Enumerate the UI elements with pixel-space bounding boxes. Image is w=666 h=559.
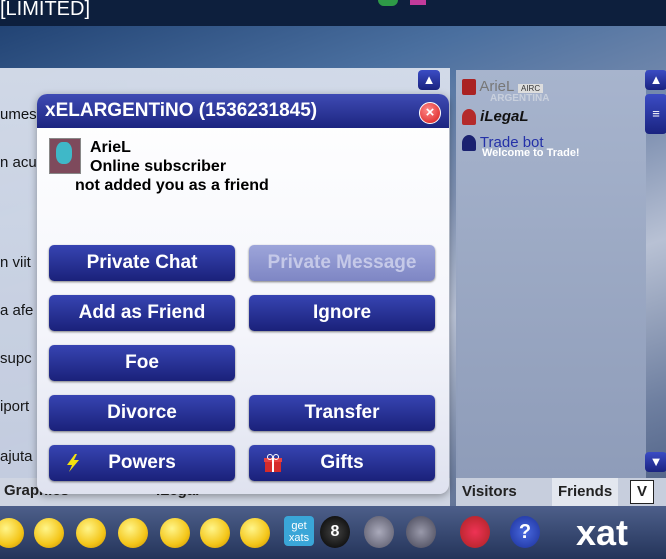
ignore-button[interactable]: Ignore xyxy=(249,295,435,331)
chat-line: a afe xyxy=(0,302,34,319)
gift-icon xyxy=(462,79,476,96)
avatar xyxy=(49,138,81,174)
user-tag: ARGENTINA xyxy=(490,93,550,105)
user-row-ariel[interactable]: ArieL AIRC ARGENTINA xyxy=(462,78,549,104)
gifts-button[interactable]: Gifts xyxy=(249,445,435,481)
window-title: [LIMITED] xyxy=(0,0,91,20)
userlist-scroll-up-button[interactable]: ▲ xyxy=(645,70,666,90)
user-row-tradebot[interactable]: Trade bot Welcome to Trade! xyxy=(462,134,580,159)
chat-scroll-up-button[interactable]: ▲ xyxy=(418,70,440,90)
gift-icon xyxy=(264,454,282,472)
heart-eyes-smiley-icon[interactable] xyxy=(200,518,230,548)
chat-line: n viit xyxy=(0,254,31,271)
chat-line: umes xyxy=(0,106,37,123)
user-status: Welcome to Trade! xyxy=(482,147,580,160)
userlist-scroll-thumb[interactable]: ≡ xyxy=(645,94,666,134)
close-button[interactable]: × xyxy=(419,102,441,124)
user-name: iLegaL xyxy=(480,108,529,125)
eight-ball-icon[interactable]: 8 xyxy=(320,516,350,548)
user-badge: AIRC xyxy=(517,84,544,93)
lightning-icon xyxy=(67,454,79,472)
divorce-button[interactable]: Divorce xyxy=(49,395,235,431)
chat-line: ajuta xyxy=(0,448,33,465)
dialog-friend-status: not added you as a friend xyxy=(75,177,269,194)
dialog-header: xELARGENTiNO (1536231845) × xyxy=(37,94,449,128)
tab-toggle-button[interactable]: V xyxy=(630,480,654,504)
transfer-button[interactable]: Transfer xyxy=(249,395,435,431)
private-message-button: Private Message xyxy=(249,245,435,281)
chat-line: n acu xyxy=(0,154,37,171)
gifts-label: Gifts xyxy=(320,452,364,473)
no-sound-icon[interactable] xyxy=(406,516,436,548)
tab-friends[interactable]: Friends xyxy=(552,478,619,506)
sound-off-icon[interactable] xyxy=(364,516,394,548)
powers-button[interactable]: Powers xyxy=(49,445,235,481)
foe-button[interactable]: Foe xyxy=(49,345,235,381)
user-dialog: xELARGENTiNO (1536231845) × ArieL Online… xyxy=(37,94,449,494)
smiley-icon[interactable] xyxy=(240,518,270,548)
smiley-icon[interactable] xyxy=(118,518,148,548)
dialog-title: xELARGENTiNO (1536231845) xyxy=(45,100,318,121)
gem-icon xyxy=(378,0,398,6)
pink-gem-icon xyxy=(410,0,426,5)
bot-icon xyxy=(462,135,476,152)
powers-label: Powers xyxy=(108,452,176,473)
get-xats-button[interactable]: get xats xyxy=(284,516,314,546)
smiley-icon[interactable] xyxy=(34,518,64,548)
user-row-ilegal[interactable]: iLegaL xyxy=(462,108,529,126)
userlist-tabs: Visitors Friends V xyxy=(456,478,666,506)
avatar-face xyxy=(56,142,72,164)
add-friend-button[interactable]: Add as Friend xyxy=(49,295,235,331)
dialog-user-name: ArieL xyxy=(90,139,131,156)
smiley-icon[interactable] xyxy=(76,518,106,548)
user-icon xyxy=(462,109,476,126)
private-chat-button[interactable]: Private Chat xyxy=(49,245,235,281)
group-icon[interactable] xyxy=(460,516,490,548)
top-bar: [LIMITED] xyxy=(0,0,666,26)
chat-line: supc xyxy=(0,350,32,367)
help-button[interactable]: ? xyxy=(510,516,540,548)
chat-line: iport xyxy=(0,398,30,415)
dialog-user-status: Online subscriber xyxy=(90,158,227,175)
user-list: ArieL AIRC ARGENTINA iLegaL Trade bot We… xyxy=(456,70,646,480)
tab-visitors[interactable]: Visitors xyxy=(462,478,517,506)
xat-logo: xat xyxy=(576,512,629,553)
smiley-icon[interactable] xyxy=(160,518,190,548)
userlist-scroll-down-button[interactable]: ▼ xyxy=(645,452,666,472)
